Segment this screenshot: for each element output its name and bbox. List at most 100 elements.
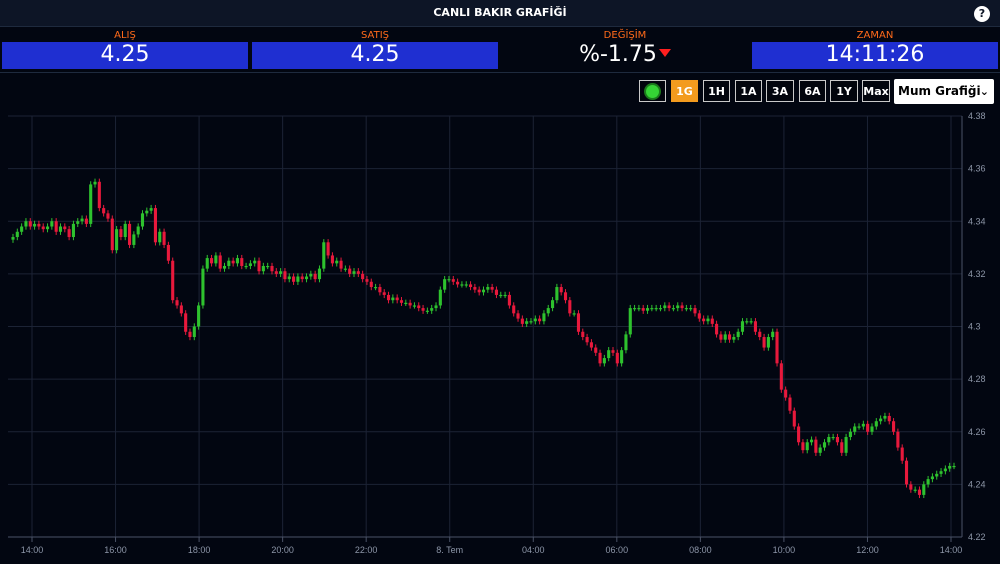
x-tick-label: 8. Tem — [436, 545, 463, 555]
candle-body — [481, 289, 486, 293]
candle-body — [840, 442, 844, 453]
candle-body — [261, 265, 265, 272]
candle-body — [870, 426, 874, 432]
candle-body — [231, 260, 235, 264]
candle-body — [615, 352, 619, 364]
candle-body — [633, 308, 637, 310]
y-tick-label: 4.32 — [968, 269, 986, 279]
candle-body — [874, 421, 878, 427]
y-tick-label: 4.26 — [968, 427, 986, 437]
candle-body — [689, 308, 693, 310]
candle-body — [602, 358, 606, 364]
x-tick-label: 04:00 — [522, 545, 545, 555]
candle-body — [848, 431, 852, 438]
candle-body — [84, 218, 88, 224]
candle-body — [879, 418, 883, 422]
candle-body — [732, 337, 736, 340]
candle-body — [248, 263, 252, 266]
candle-body — [844, 437, 848, 453]
candle-body — [706, 318, 710, 322]
candle-body — [235, 258, 240, 264]
candle-body — [792, 410, 796, 427]
candle-body — [494, 289, 499, 295]
candle-body — [948, 465, 952, 469]
candle-body — [24, 221, 28, 227]
candle-body — [391, 297, 395, 301]
candle-body — [922, 484, 926, 495]
candle-body — [723, 334, 727, 340]
candle-body — [654, 308, 658, 310]
candle-body — [693, 308, 697, 314]
candle-body — [538, 318, 542, 322]
candle-body — [50, 221, 54, 227]
candle-body — [896, 431, 900, 448]
candle-body — [883, 415, 887, 419]
candle-body — [127, 223, 132, 245]
candle-body — [939, 471, 943, 474]
candle-body — [356, 271, 360, 274]
candle-body — [317, 268, 322, 280]
candle-body — [240, 258, 244, 266]
candle-body — [935, 473, 939, 477]
candle-body — [274, 271, 278, 274]
candle-body — [192, 326, 196, 338]
candle-body — [900, 447, 904, 461]
candle-body — [451, 279, 455, 282]
candle-body — [45, 226, 50, 230]
candle-body — [270, 265, 274, 272]
candle-body — [930, 476, 934, 480]
candle-body — [123, 223, 127, 238]
candle-body — [408, 302, 412, 306]
candle-body — [727, 334, 732, 340]
candle-body — [425, 310, 429, 312]
candle-body — [637, 308, 641, 310]
candle-body — [581, 331, 585, 338]
candle-body — [149, 208, 153, 211]
candle-body — [559, 287, 563, 293]
candle-body — [546, 308, 550, 314]
candle-body — [430, 308, 434, 311]
candle-body — [680, 305, 684, 309]
candlestick-chart[interactable]: 4.38 4.36 4.34 4.32 4.3 4.28 4.26 4.24 4.22 14:00… — [0, 0, 1000, 564]
candle-body — [805, 442, 809, 451]
candle-body — [887, 415, 891, 422]
candle-body — [326, 242, 330, 256]
candle-body — [309, 273, 313, 277]
candle-body — [892, 421, 896, 432]
candle-body — [645, 308, 650, 311]
candle-body — [663, 305, 667, 309]
candle-body — [822, 442, 827, 448]
candle-body — [529, 321, 533, 323]
candle-body — [41, 226, 45, 230]
candle-body — [300, 276, 304, 280]
x-tick-label: 18:00 — [188, 545, 211, 555]
candle-body — [63, 226, 67, 230]
candle-body — [378, 287, 382, 293]
candle-body — [464, 284, 468, 286]
candle-body — [339, 260, 343, 269]
candle-body — [697, 313, 701, 319]
candle-body — [762, 337, 766, 348]
candle-body — [736, 331, 740, 338]
candle-body — [214, 255, 218, 264]
candle-body — [917, 489, 922, 495]
candle-body — [58, 226, 63, 232]
candle-body — [11, 237, 15, 240]
candle-body — [136, 226, 140, 235]
candle-body — [589, 342, 593, 348]
candle-body — [365, 279, 369, 282]
candle-body — [520, 318, 524, 324]
candle-body — [641, 308, 645, 311]
x-tick-label: 10:00 — [773, 545, 796, 555]
candle-body — [93, 181, 97, 185]
candle-body — [909, 484, 913, 490]
candle-body — [771, 331, 775, 338]
candle-body — [684, 308, 688, 310]
y-tick-label: 4.38 — [968, 111, 986, 121]
candle-body — [576, 313, 581, 332]
candle-body — [395, 297, 399, 301]
candle-body — [352, 271, 356, 274]
candle-body — [222, 265, 227, 269]
candle-body — [473, 287, 477, 290]
candle-body — [304, 276, 309, 280]
